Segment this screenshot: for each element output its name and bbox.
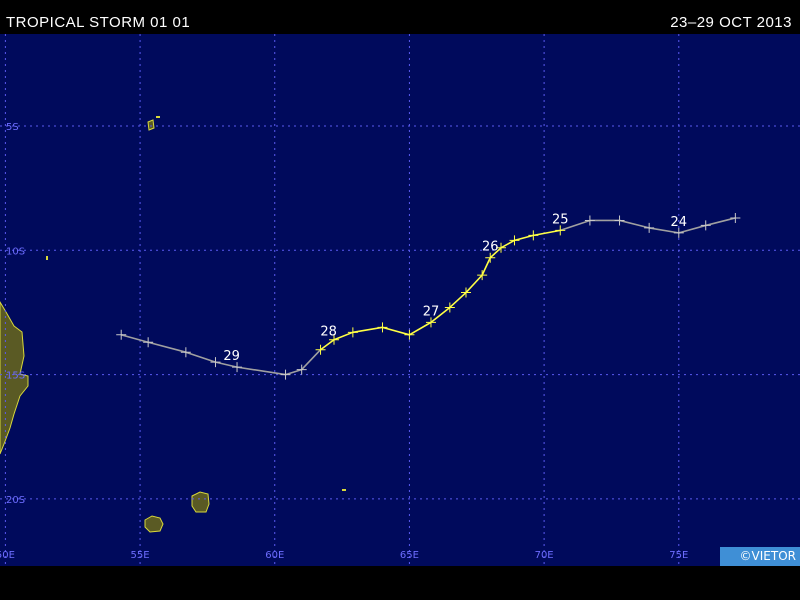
latitude-label: 15S (6, 371, 25, 382)
latitude-label: 10S (6, 246, 25, 257)
seychelles-island (147, 119, 155, 131)
latitude-label: 20S (6, 495, 25, 506)
longitude-label: 60E (265, 550, 284, 561)
day-label: 27 (423, 304, 440, 319)
day-label: 24 (671, 215, 688, 230)
mauritius-island (191, 491, 210, 513)
date-range: 23–29 OCT 2013 (670, 14, 792, 31)
footer-bar (0, 566, 800, 600)
small-islet (46, 256, 48, 260)
storm-title: TROPICAL STORM 01 01 (6, 14, 191, 31)
small-islet (342, 489, 346, 491)
longitude-label: 75E (669, 550, 688, 561)
latitude-label: 5S (6, 122, 19, 133)
day-label: 29 (223, 349, 240, 364)
reunion-island (144, 515, 164, 533)
longitude-label: 70E (535, 550, 554, 561)
header-bar: TROPICAL STORM 01 01 23–29 OCT 2013 (0, 0, 800, 34)
longitude-label: 55E (131, 550, 150, 561)
day-label: 28 (320, 324, 337, 339)
longitude-label: 50E (0, 550, 15, 561)
longitude-label: 65E (400, 550, 419, 561)
storm-track-map: 5S 10S 15S 20S 50E 55E 60E 65E 70E 75E 24 25 26 27 28… (0, 34, 800, 566)
day-label: 25 (552, 212, 569, 227)
seychelles-islet (156, 116, 160, 118)
ocean-background (0, 34, 800, 566)
credit-label: ©VIETOR (739, 549, 796, 563)
day-label: 26 (482, 240, 499, 255)
